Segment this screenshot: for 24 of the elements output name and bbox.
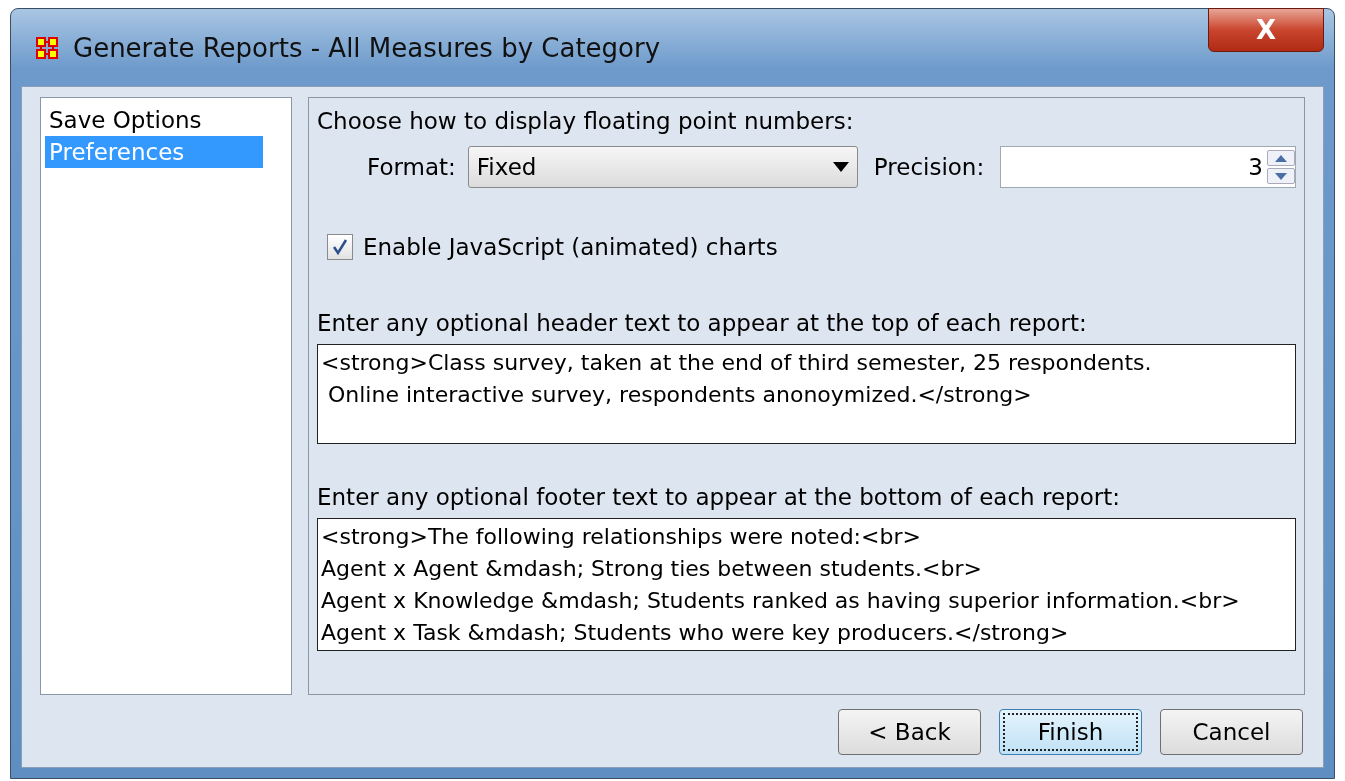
caret-icon [832, 162, 849, 172]
checkbox-label: Enable JavaScript (animated) charts [363, 234, 778, 260]
dialog-button[interactable]: Finish [999, 709, 1142, 755]
section-label: Choose how to display floating point numbers: [317, 108, 855, 134]
footer-text-area[interactable]: <strong>The following relationships were noted:<br> Agent x Agent &mdash; Strong ties between students.<br> Agent x Knowledge &mdash; Students ranked as having superior information.<br> Agent x Task &mdash; Students who were key producers.</strong> [317, 518, 1296, 651]
header-label: Enter any optional header text to appear at the top of each report: [317, 310, 1088, 336]
header-text-area[interactable]: <strong>Class survey, taken at the end of third semester, 25 respondents. Online interactive survey, respondents anonoymized.</strong> [317, 344, 1296, 444]
format-dropdown[interactable]: Fixed [467, 146, 858, 188]
close-button[interactable]: X [1208, 8, 1324, 52]
sidebar-item[interactable]: Save Options [45, 104, 263, 136]
dialog-button[interactable]: < Back [838, 709, 981, 755]
checkbox[interactable] [327, 234, 353, 260]
precision-label: Precision: [873, 154, 985, 180]
down-arrow-icon [1275, 172, 1287, 180]
footer-label: Enter any optional footer text to appear at the bottom of each report: [317, 484, 1121, 510]
checkmark-icon [331, 238, 349, 256]
up-arrow-icon [1275, 154, 1287, 162]
spin-up-button[interactable] [1267, 150, 1295, 166]
window-title: Generate Reports - All Measures by Category [73, 32, 661, 63]
precision-spinner[interactable]: 3 [1000, 146, 1296, 188]
app-icon [35, 35, 59, 60]
format-label: Format: [367, 154, 456, 180]
spin-down-button[interactable] [1267, 168, 1295, 184]
dialog-button[interactable]: Cancel [1160, 709, 1303, 755]
